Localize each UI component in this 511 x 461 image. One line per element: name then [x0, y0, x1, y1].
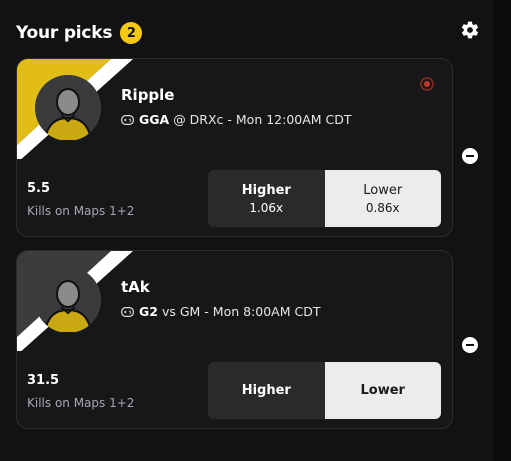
picks-header: Your picks 2: [16, 20, 143, 46]
lower-label: Lower: [363, 182, 403, 198]
player-avatar: [35, 75, 101, 141]
gamepad-icon: [121, 114, 134, 125]
stat-type-label: Kills on Maps 1+2: [27, 396, 135, 410]
higher-button[interactable]: Higher: [208, 362, 325, 419]
remove-pick-icon[interactable]: [462, 337, 478, 353]
higher-lower-toggle: Higher Lower: [208, 362, 441, 419]
lower-button[interactable]: Lower: [324, 362, 441, 419]
player-name: Ripple: [121, 86, 175, 104]
higher-label: Higher: [241, 182, 291, 198]
lower-label: Lower: [360, 383, 405, 398]
higher-button[interactable]: Higher 1.06x: [208, 170, 325, 227]
picks-panel: Your picks 2 Ripple GGA @ DRXc - Mon 12:…: [0, 0, 493, 461]
stat-type-label: Kills on Maps 1+2: [27, 204, 135, 218]
stat-line-value: 31.5: [27, 373, 60, 388]
higher-multiplier: 1.06x: [249, 200, 284, 215]
team-name: G2: [139, 304, 158, 319]
remove-pick-icon[interactable]: [462, 148, 478, 164]
stat-line-value: 5.5: [27, 181, 51, 196]
lower-multiplier: 0.86x: [365, 200, 400, 215]
matchup-text: @ DRXc - Mon 12:00AM CDT: [173, 112, 352, 127]
higher-label: Higher: [241, 383, 291, 398]
pick-card: tAk G2 vs GM - Mon 8:00AM CDT 31.5 Kills…: [16, 250, 453, 429]
player-name: tAk: [121, 278, 150, 296]
player-avatar: [35, 267, 101, 333]
gear-icon[interactable]: [460, 20, 480, 40]
team-name: GGA: [139, 112, 170, 127]
matchup-text: vs GM - Mon 8:00AM CDT: [161, 304, 321, 319]
higher-lower-toggle: Higher 1.06x Lower 0.86x: [208, 170, 441, 227]
scrollbar-track[interactable]: [493, 0, 511, 461]
match-info: G2 vs GM - Mon 8:00AM CDT: [121, 304, 320, 319]
gamepad-icon: [121, 306, 134, 317]
picks-count-badge: 2: [120, 22, 143, 44]
match-info: GGA @ DRXc - Mon 12:00AM CDT: [121, 112, 352, 127]
panel-title: Your picks: [16, 23, 113, 43]
pick-card: Ripple GGA @ DRXc - Mon 12:00AM CDT 5.5 …: [16, 58, 453, 237]
lower-button[interactable]: Lower 0.86x: [324, 170, 441, 227]
live-indicator-icon: [420, 77, 434, 91]
